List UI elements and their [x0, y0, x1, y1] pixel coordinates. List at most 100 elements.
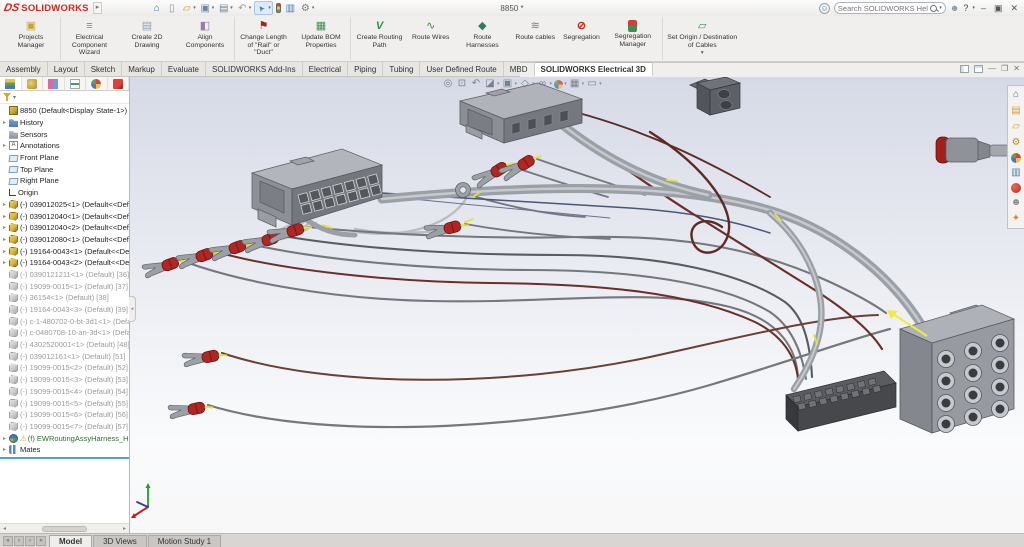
- menu-flyout-arrow-icon[interactable]: ▸: [93, 2, 103, 14]
- tree-item[interactable]: ▸ ⚠ (-) 19099-0015<4> (Default) [54]: [0, 386, 129, 398]
- ribbon-button[interactable]: Route cables ▾: [511, 17, 559, 60]
- dropdown-arrow-icon[interactable]: ▾: [212, 5, 215, 11]
- dropdown-arrow-icon[interactable]: ▾: [312, 5, 315, 11]
- search-icon[interactable]: [930, 5, 937, 12]
- dropdown-arrow-icon[interactable]: ▾: [230, 5, 233, 11]
- help-button[interactable]: ?: [963, 3, 968, 13]
- quick-access-button[interactable]: ▾: [236, 1, 253, 15]
- task-pane-tab[interactable]: [1011, 153, 1021, 163]
- ribbon-button[interactable]: Route Wires ▾: [408, 17, 453, 60]
- expand-arrow-icon[interactable]: ▸: [3, 259, 9, 266]
- login-user-icon[interactable]: ☻: [950, 3, 959, 13]
- quick-access-button[interactable]: ▾: [299, 1, 316, 15]
- tree-item[interactable]: ▸ ⚠ (-) 039012040<1> (Default<<Default: [0, 210, 129, 222]
- dropdown-arrow-icon[interactable]: ▾: [564, 81, 567, 87]
- doc-restore-button[interactable]: ❐: [1001, 64, 1008, 73]
- view-tool-button[interactable]: ▾: [554, 79, 567, 89]
- task-pane-tab[interactable]: [1010, 121, 1022, 133]
- task-pane-tab[interactable]: [1011, 183, 1021, 193]
- quick-access-button[interactable]: ▾: [254, 1, 273, 15]
- doc-minimize-button[interactable]: —: [988, 64, 996, 73]
- tree-item[interactable]: ▸ ⚠ Top Plane: [0, 163, 129, 175]
- tree-item[interactable]: ▸ ⚠ Right Plane: [0, 175, 129, 187]
- tree-item[interactable]: ▸ ⚠ Mates: [0, 444, 129, 456]
- dropdown-arrow-icon[interactable]: ▾: [599, 81, 602, 87]
- document-mode-tab[interactable]: Motion Study 1: [148, 535, 221, 547]
- command-tab[interactable]: MBD: [504, 62, 535, 76]
- command-tab[interactable]: User Defined Route: [420, 62, 503, 76]
- ribbon-button[interactable]: Segregation ▾: [559, 17, 604, 60]
- command-tab[interactable]: Electrical: [303, 62, 348, 76]
- tree-item[interactable]: ▸ ⚠ (-) 039012025<1> (Default<<Default: [0, 199, 129, 211]
- expand-arrow-icon[interactable]: ▸: [3, 236, 9, 243]
- tree-item[interactable]: ▸ ⚠ History: [0, 117, 129, 129]
- panel-collapse-handle[interactable]: ◂: [129, 296, 136, 322]
- harness-3d-scene[interactable]: [130, 77, 1024, 533]
- dropdown-arrow-icon[interactable]: ▾: [515, 81, 518, 87]
- tree-item[interactable]: ▸ ⚠ Front Plane: [0, 152, 129, 164]
- dropdown-arrow-icon[interactable]: ▾: [249, 5, 252, 11]
- ribbon-button[interactable]: Update BOM Properties ▾: [292, 17, 350, 60]
- quick-access-button[interactable]: ▾: [199, 1, 216, 15]
- ribbon-button[interactable]: Create Routing Path ▾: [350, 17, 408, 60]
- tree-item[interactable]: ▸ ⚠ (-) 039012161<1> (Default) [51]: [0, 350, 129, 362]
- ribbon-button[interactable]: Change Length of "Rail" or "Duct" ▾: [234, 17, 292, 60]
- tree-item[interactable]: ▸ ⚠ (-) c-0480708-10-an-3d<1> (Default: [0, 327, 129, 339]
- ribbon-button[interactable]: Segregation Manager ▾: [604, 17, 662, 60]
- expand-arrow-icon[interactable]: ▸: [3, 119, 9, 126]
- motionbar-nav-button[interactable]: «: [3, 536, 13, 546]
- tree-item[interactable]: ▸ ⚠ (-) 19099-0015<6> (Default) [56]: [0, 409, 129, 421]
- manager-tab[interactable]: [86, 77, 108, 90]
- tree-item[interactable]: ▸ ⚠ (-) 19099-0015<3> (Default) [53]: [0, 374, 129, 386]
- view-tool-button[interactable]: ▾: [456, 78, 468, 90]
- manager-tab[interactable]: [65, 77, 87, 90]
- command-tab[interactable]: Evaluate: [162, 62, 206, 76]
- quick-access-button[interactable]: ▾: [217, 1, 234, 15]
- tree-item[interactable]: ▸ ⚠ (-) 36154<1> (Default) [38]: [0, 292, 129, 304]
- tree-item[interactable]: ▸ ⚠ (-) 19164-0043<2> (Default<<Defau: [0, 257, 129, 269]
- ring-terminal[interactable]: [456, 183, 471, 198]
- quick-access-button[interactable]: ▾: [180, 1, 197, 15]
- command-tab[interactable]: SOLIDWORKS Add-Ins: [206, 62, 303, 76]
- quick-access-button[interactable]: ▾: [284, 1, 297, 15]
- viewport-split-icon[interactable]: [960, 65, 969, 73]
- view-tool-button[interactable]: ▾: [470, 78, 482, 90]
- motionbar-nav-button[interactable]: ›: [25, 536, 35, 546]
- restore-button[interactable]: ▣: [992, 3, 1005, 14]
- document-mode-tab[interactable]: Model: [49, 535, 92, 547]
- command-tab[interactable]: Piping: [348, 62, 383, 76]
- view-tool-button[interactable]: ▾: [519, 78, 535, 90]
- tree-item[interactable]: ▸ ⚠ (-) 19099-0015<7> (Default) [57]: [0, 421, 129, 433]
- tree-item[interactable]: ▸ ⚠ (-) 4302520001<1> (Default) [48]: [0, 339, 129, 351]
- motionbar-nav-button[interactable]: »: [36, 536, 46, 546]
- tree-item[interactable]: ▸ ⚠ (-) c-1-480702-0-bt-3d1<1> (Default: [0, 315, 129, 327]
- task-pane-tab[interactable]: [1010, 89, 1022, 101]
- command-tab[interactable]: Sketch: [85, 62, 122, 76]
- help-search-box[interactable]: ▾: [834, 2, 946, 14]
- ribbon-button[interactable]: Align Components ▾: [176, 17, 234, 60]
- task-pane-tab[interactable]: [1010, 137, 1022, 149]
- ribbon-button[interactable]: Create 2D Drawing ▾: [118, 17, 176, 60]
- command-tab[interactable]: Tubing: [383, 62, 420, 76]
- command-tab[interactable]: SOLIDWORKS Electrical 3D: [535, 62, 653, 76]
- viewport-background[interactable]: [130, 77, 1024, 533]
- task-pane-tab[interactable]: [1010, 197, 1022, 209]
- view-tool-button[interactable]: ▾: [586, 78, 602, 90]
- expand-arrow-icon[interactable]: ▸: [3, 224, 9, 231]
- ribbon-button[interactable]: Set Origin / Destination of Cables ▾: [662, 17, 742, 60]
- expand-arrow-icon[interactable]: ▸: [3, 248, 9, 255]
- tree-item[interactable]: ▸ ⚠ (-) 039012040<2> (Default<<Default: [0, 222, 129, 234]
- expand-arrow-icon[interactable]: ▸: [3, 213, 9, 220]
- task-pane-tab[interactable]: [1010, 167, 1022, 179]
- dropdown-arrow-icon[interactable]: ▾: [497, 81, 500, 87]
- filter-funnel-icon[interactable]: [3, 93, 11, 101]
- dropdown-arrow-icon[interactable]: ▾: [701, 50, 704, 56]
- motionbar-nav-button[interactable]: ‹: [14, 536, 24, 546]
- tree-item[interactable]: ▸ ⚠ (-) 19099-0015<1> (Default) [37]: [0, 280, 129, 292]
- command-tab[interactable]: Assembly: [0, 62, 48, 76]
- view-tool-button[interactable]: ▾: [502, 78, 518, 90]
- expand-arrow-icon[interactable]: ▸: [3, 201, 9, 208]
- tree-item[interactable]: ▸ ⚠ (-) 19164-0043<1> (Default<<Defau: [0, 245, 129, 257]
- viewport-split-horizontal-icon[interactable]: [974, 65, 983, 73]
- command-tab[interactable]: Markup: [122, 62, 162, 76]
